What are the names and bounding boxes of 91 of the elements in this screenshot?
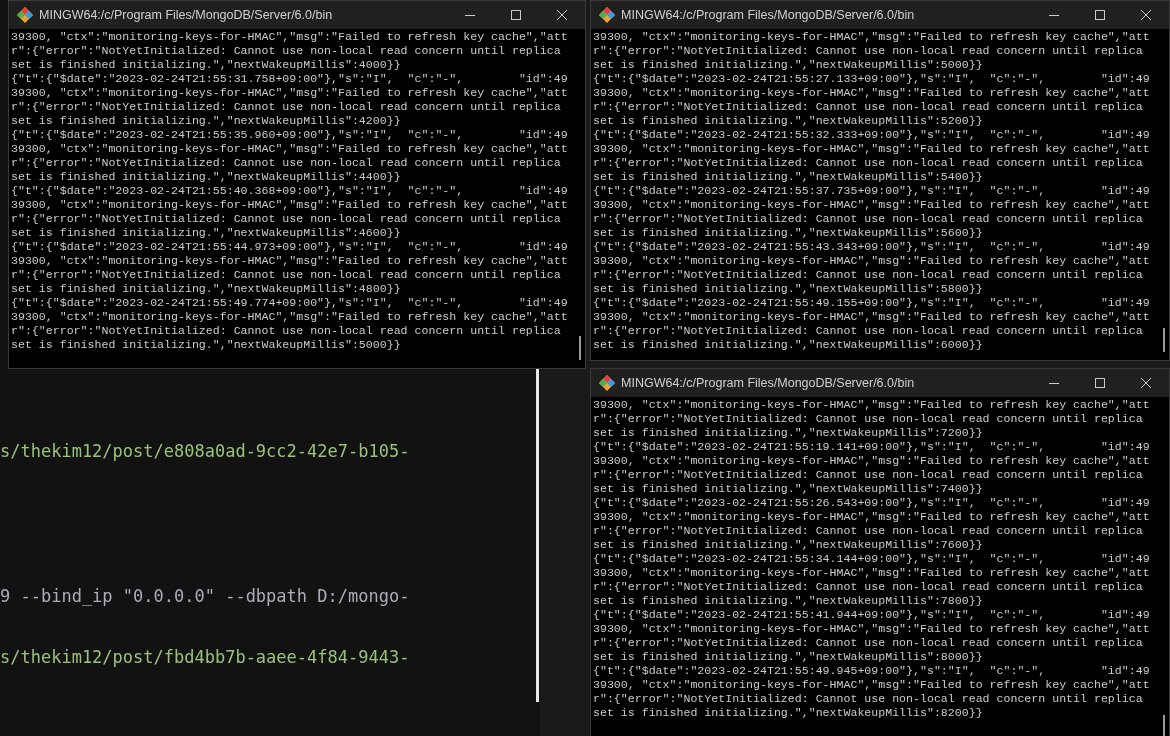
log-line: set is finished initializing.","nextWakeupMillis":4800}} — [11, 282, 401, 296]
log-line: r":{"error":"NotYetInitialized: Cannot use non-local read concern until replica — [11, 156, 561, 170]
scrollbar-thumb[interactable] — [1163, 715, 1165, 736]
window-title: MINGW64:/c/Program Files/MongoDB/Server/6.0/bin — [39, 6, 333, 24]
log-line: 39300, "ctx":"monitoring-keys-for-HMAC","msg":"Failed to refresh key cache","att — [11, 254, 568, 268]
log-line: {"t":{"$date":"2023-02-24T21:55:34.144+09:00"},"s":"I", "c":"-", "id":49 — [593, 552, 1150, 566]
log-line: {"t":{"$date":"2023-02-24T21:55:31.758+09:00"},"s":"I", "c":"-", "id":49 — [11, 72, 568, 86]
log-line: set is finished initializing.","nextWakeupMillis":6000}} — [593, 338, 983, 352]
log-line: 39300, "ctx":"monitoring-keys-for-HMAC","msg":"Failed to refresh key cache","att — [593, 310, 1150, 324]
log-line: {"t":{"$date":"2023-02-24T21:55:49.774+09:00"},"s":"I", "c":"-", "id":49 — [11, 296, 568, 310]
diamond-logo-icon — [599, 7, 615, 23]
log-line: 39300, "ctx":"monitoring-keys-for-HMAC","msg":"Failed to refresh key cache","att — [593, 622, 1150, 636]
log-line: 39300, "ctx":"monitoring-keys-for-HMAC","msg":"Failed to refresh key cache","att — [593, 454, 1150, 468]
log-line: 39300, "ctx":"monitoring-keys-for-HMAC","msg":"Failed to refresh key cache","att — [593, 678, 1150, 692]
log-line: {"t":{"$date":"2023-02-24T21:55:40.368+09:00"},"s":"I", "c":"-", "id":49 — [11, 184, 568, 198]
log-line: r":{"error":"NotYetInitialized: Cannot use non-local read concern until replica — [593, 212, 1143, 226]
log-line: 39300, "ctx":"monitoring-keys-for-HMAC","msg":"Failed to refresh key cache","att — [593, 566, 1150, 580]
log-line: 39300, "ctx":"monitoring-keys-for-HMAC","msg":"Failed to refresh key cache","att — [11, 30, 568, 44]
maximize-icon — [511, 10, 521, 20]
log-line: 39300, "ctx":"monitoring-keys-for-HMAC","msg":"Failed to refresh key cache","att — [593, 254, 1150, 268]
window-title: MINGW64:/c/Program Files/MongoDB/Server/6.0/bin — [621, 374, 915, 392]
log-line: r":{"error":"NotYetInitialized: Cannot use non-local read concern until replica — [593, 468, 1143, 482]
log-line: 39300, "ctx":"monitoring-keys-for-HMAC","msg":"Failed to refresh key cache","att — [11, 310, 568, 324]
log-line: {"t":{"$date":"2023-02-24T21:55:44.973+09:00"},"s":"I", "c":"-", "id":49 — [11, 240, 568, 254]
log-line: r":{"error":"NotYetInitialized: Cannot use non-local read concern until replica — [11, 100, 561, 114]
log-line: {"t":{"$date":"2023-02-24T21:55:26.543+09:00"},"s":"I", "c":"-", "id":49 — [593, 496, 1150, 510]
log-line: set is finished initializing.","nextWakeupMillis":7600}} — [593, 538, 983, 552]
log-line: set is finished initializing.","nextWakeupMillis":7800}} — [593, 594, 983, 608]
close-icon — [1141, 10, 1151, 20]
window-title: MINGW64:/c/Program Files/MongoDB/Server/6.0/bin — [621, 6, 915, 24]
log-line: r":{"error":"NotYetInitialized: Cannot use non-local read concern until replica — [593, 100, 1143, 114]
diamond-logo-icon — [17, 7, 33, 23]
log-line: {"t":{"$date":"2023-02-24T21:55:19.141+09:00"},"s":"I", "c":"-", "id":49 — [593, 440, 1150, 454]
log-line: set is finished initializing.","nextWakeupMillis":5200}} — [593, 114, 983, 128]
log-line: set is finished initializing.","nextWakeupMillis":4400}} — [11, 170, 401, 184]
log-line: r":{"error":"NotYetInitialized: Cannot use non-local read concern until replica — [593, 156, 1143, 170]
maximize-icon — [1095, 10, 1105, 20]
log-line: set is finished initializing.","nextWakeupMillis":4600}} — [11, 226, 401, 240]
log-line: 39300, "ctx":"monitoring-keys-for-HMAC","msg":"Failed to refresh key cache","att — [11, 198, 568, 212]
log-line: r":{"error":"NotYetInitialized: Cannot use non-local read concern until replica — [593, 580, 1143, 594]
log-line: set is finished initializing.","nextWakeupMillis":8000}} — [593, 650, 983, 664]
log-line: 39300, "ctx":"monitoring-keys-for-HMAC","msg":"Failed to refresh key cache","att — [593, 398, 1150, 412]
log-line: r":{"error":"NotYetInitialized: Cannot use non-local read concern until replica — [593, 44, 1143, 58]
log-line: r":{"error":"NotYetInitialized: Cannot use non-local read concern until replica — [11, 44, 561, 58]
log-line: {"t":{"$date":"2023-02-24T21:55:27.133+09:00"},"s":"I", "c":"-", "id":49 — [593, 72, 1150, 86]
log-line: set is finished initializing.","nextWakeupMillis":8200}} — [593, 706, 983, 720]
log-line: r":{"error":"NotYetInitialized: Cannot use non-local read concern until replica — [11, 212, 561, 226]
log-line: 39300, "ctx":"monitoring-keys-for-HMAC","msg":"Failed to refresh key cache","att — [11, 142, 568, 156]
log-line: {"t":{"$date":"2023-02-24T21:55:32.333+09:00"},"s":"I", "c":"-", "id":49 — [593, 128, 1150, 142]
log-line: set is finished initializing.","nextWakeupMillis":5000}} — [11, 338, 401, 352]
code-line: 9 --bind_ip "0.0.0.0" --dbpath D:/mongo- — [0, 585, 410, 607]
scrollbar-thumb[interactable] — [579, 336, 581, 360]
diamond-logo-icon — [599, 375, 615, 391]
log-line: set is finished initializing.","nextWakeupMillis":4200}} — [11, 114, 401, 128]
log-line: r":{"error":"NotYetInitialized: Cannot use non-local read concern until replica — [593, 636, 1143, 650]
log-line: r":{"error":"NotYetInitialized: Cannot use non-local read concern until replica — [11, 324, 561, 338]
code-line: s/thekim12/post/fbd4bb7b-aaee-4f84-9443- — [0, 646, 410, 668]
log-line: {"t":{"$date":"2023-02-24T21:55:37.735+09:00"},"s":"I", "c":"-", "id":49 — [593, 184, 1150, 198]
log-line: r":{"error":"NotYetInitialized: Cannot use non-local read concern until replica — [593, 524, 1143, 538]
log-line: r":{"error":"NotYetInitialized: Cannot use non-local read concern until replica — [593, 324, 1143, 338]
log-line: {"t":{"$date":"2023-02-24T21:55:49.945+09:00"},"s":"I", "c":"-", "id":49 — [593, 664, 1150, 678]
log-line: set is finished initializing.","nextWakeupMillis":7400}} — [593, 482, 983, 496]
minimize-icon — [1049, 14, 1059, 16]
log-line: r":{"error":"NotYetInitialized: Cannot use non-local read concern until replica — [593, 412, 1143, 426]
log-line: set is finished initializing.","nextWakeupMillis":4000}} — [11, 58, 401, 72]
log-line: r":{"error":"NotYetInitialized: Cannot use non-local read concern until replica — [593, 268, 1143, 282]
scrollbar-thumb[interactable] — [1163, 328, 1165, 352]
maximize-icon — [1095, 378, 1105, 388]
log-line: {"t":{"$date":"2023-02-24T21:55:43.343+09:00"},"s":"I", "c":"-", "id":49 — [593, 240, 1150, 254]
log-line: set is finished initializing.","nextWakeupMillis":7200}} — [593, 426, 983, 440]
log-line: 39300, "ctx":"monitoring-keys-for-HMAC","msg":"Failed to refresh key cache","att — [11, 86, 568, 100]
close-icon — [1141, 378, 1151, 388]
log-line: set is finished initializing.","nextWakeupMillis":5400}} — [593, 170, 983, 184]
log-line: 39300, "ctx":"monitoring-keys-for-HMAC","msg":"Failed to refresh key cache","att — [593, 30, 1150, 44]
scrollbar-thumb[interactable] — [536, 368, 539, 702]
log-line: {"t":{"$date":"2023-02-24T21:55:49.155+09:00"},"s":"I", "c":"-", "id":49 — [593, 296, 1150, 310]
log-line: set is finished initializing.","nextWakeupMillis":5000}} — [593, 58, 983, 72]
log-line: 39300, "ctx":"monitoring-keys-for-HMAC","msg":"Failed to refresh key cache","att — [593, 510, 1150, 524]
minimize-icon — [1049, 382, 1059, 384]
log-line: r":{"error":"NotYetInitialized: Cannot use non-local read concern until replica — [593, 692, 1143, 706]
log-line: 39300, "ctx":"monitoring-keys-for-HMAC","msg":"Failed to refresh key cache","att — [593, 86, 1150, 100]
log-line: r":{"error":"NotYetInitialized: Cannot use non-local read concern until replica — [11, 268, 561, 282]
minimize-icon — [465, 14, 475, 16]
log-line: set is finished initializing.","nextWakeupMillis":5600}} — [593, 226, 983, 240]
log-line: set is finished initializing.","nextWakeupMillis":5800}} — [593, 282, 983, 296]
log-line: {"t":{"$date":"2023-02-24T21:55:35.960+09:00"},"s":"I", "c":"-", "id":49 — [11, 128, 568, 142]
close-icon — [557, 10, 567, 20]
log-line: 39300, "ctx":"monitoring-keys-for-HMAC","msg":"Failed to refresh key cache","att — [593, 198, 1150, 212]
log-line: 39300, "ctx":"monitoring-keys-for-HMAC","msg":"Failed to refresh key cache","att — [593, 142, 1150, 156]
log-line: {"t":{"$date":"2023-02-24T21:55:41.944+09:00"},"s":"I", "c":"-", "id":49 — [593, 608, 1150, 622]
code-line: s/thekim12/post/e808a0ad-9cc2-42e7-b105- — [0, 440, 410, 462]
